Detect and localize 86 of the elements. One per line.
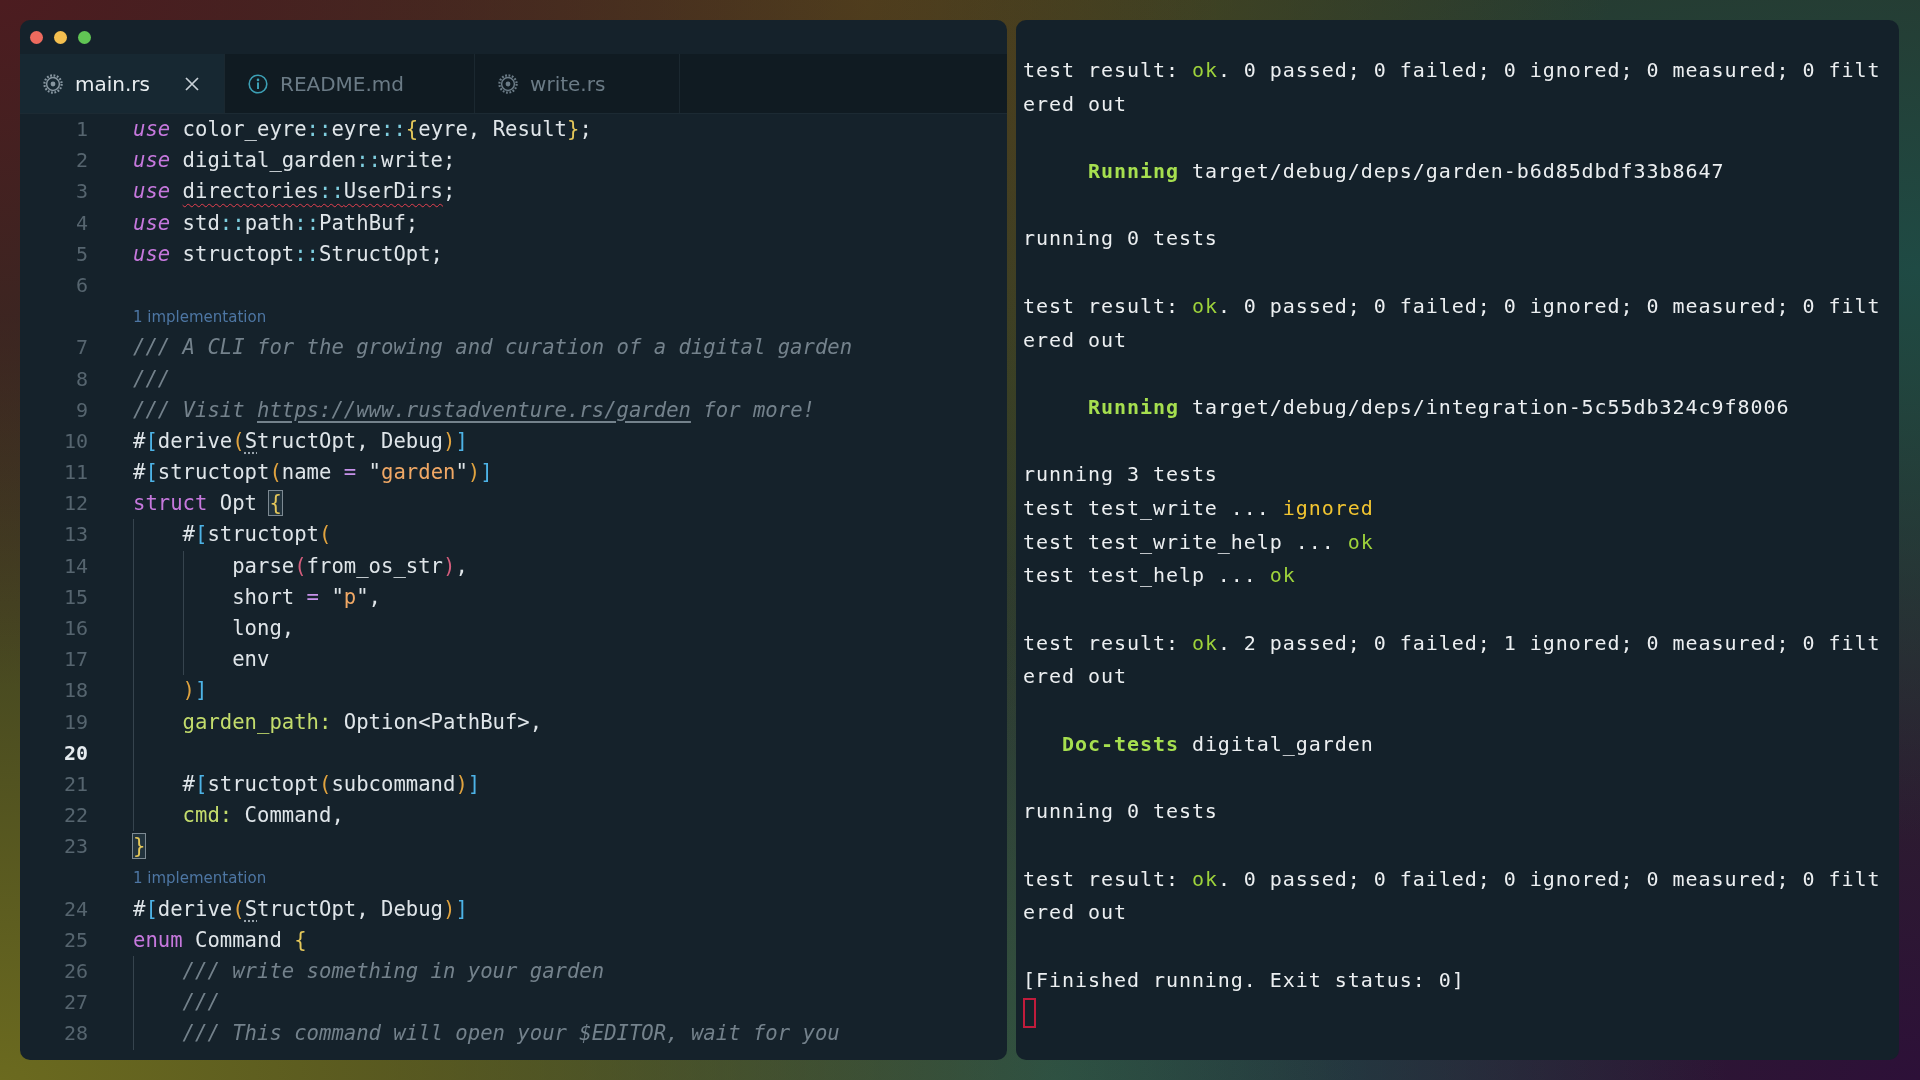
code-line: )] [182, 677, 208, 705]
code-line: /// write something in your garden [182, 958, 605, 986]
code-comment: for more! [702, 397, 815, 422]
line-number: 19 [62, 708, 88, 736]
terminal-line: Doc-tests digital_garden [1062, 730, 1374, 758]
line-number: 14 [62, 552, 88, 580]
line-number: 20 [62, 739, 88, 767]
code-line: /// This command will open your $EDITOR, wait for you [182, 1020, 840, 1048]
line-number: 17 [62, 646, 88, 674]
line-number: 5 [74, 240, 88, 268]
line-number: 27 [62, 989, 88, 1017]
line-number: 11 [62, 459, 88, 487]
editor-tab[interactable]: write.rs [475, 54, 681, 113]
code-line: /// [133, 365, 171, 393]
codelens-link[interactable]: 1 implementation [133, 868, 267, 889]
line-number: 16 [62, 615, 88, 642]
line-number: 6 [74, 271, 88, 299]
line-number: 26 [62, 958, 88, 986]
terminal-line: test result: ok. 2 passed; 0 failed; 1 ignored; 0 measured; 0 filt [1023, 629, 1881, 657]
line-number: 12 [62, 490, 88, 518]
code-line: use structopt::StructOpt; [133, 240, 443, 268]
line-number: 3 [74, 178, 88, 206]
line-number: 13 [62, 521, 88, 549]
line-number: 2 [74, 147, 88, 175]
terminal-line: test test_write ... ignored [1023, 494, 1374, 522]
close-window-button[interactable] [30, 30, 43, 44]
cursor-icon [1023, 998, 1036, 1029]
code-line: /// [182, 989, 220, 1017]
code-line: struct Opt { [133, 490, 282, 518]
terminal-line: test result: ok. 0 passed; 0 failed; 0 ignored; 0 measured; 0 filt [1023, 57, 1881, 84]
line-number: 8 [74, 365, 88, 393]
line-number: 23 [62, 833, 88, 861]
code-line: #[derive(StructOpt, Debug)] [133, 895, 468, 923]
terminal-line: Running target/debug/deps/garden-b6d85dbdf33b8647 [1087, 158, 1725, 186]
terminal-line: ered out [1023, 326, 1127, 354]
code-line: use std::path::PathBuf; [133, 209, 419, 237]
code-line: use color_eyre::eyre::{eyre, Result}; [133, 116, 592, 143]
code-line: #[derive(StructOpt, Debug)] [133, 427, 468, 455]
line-number: 10 [62, 427, 88, 455]
terminal-line: Running target/debug/deps/integration-5c55db324c9f8006 [1087, 393, 1790, 421]
terminal-line: test test_help ... ok [1023, 562, 1296, 590]
gear-icon [498, 73, 519, 94]
code-line: parse(from_os_str), [232, 552, 468, 580]
line-number: 22 [62, 802, 88, 830]
line-number: 25 [62, 926, 88, 954]
line-number: 9 [74, 396, 88, 424]
maximize-window-button[interactable] [78, 30, 91, 44]
terminal-line: test result: ok. 0 passed; 0 failed; 0 ignored; 0 measured; 0 filt [1023, 292, 1881, 320]
editor-tab[interactable]: main.rs [20, 54, 225, 113]
line-number: 21 [62, 770, 88, 798]
terminal-line: running 0 tests [1023, 798, 1218, 826]
line-number: 1 [74, 116, 88, 143]
terminal-line: [Finished running. Exit status: 0] [1023, 966, 1465, 994]
terminal-line: running 3 tests [1023, 461, 1218, 489]
codelens-link[interactable]: 1 implementation [133, 306, 267, 327]
code-line: long, [232, 615, 295, 642]
gear-icon [43, 73, 63, 94]
terminal-line: ered out [1023, 663, 1127, 691]
code-line: use digital_garden::write; [133, 147, 456, 175]
line-number: 7 [74, 334, 88, 362]
terminal-line: ered out [1023, 90, 1127, 118]
code-line: short = "p", [232, 583, 382, 611]
info-icon [248, 73, 268, 94]
terminal-line: running 0 tests [1023, 225, 1218, 253]
line-number: 18 [62, 677, 88, 705]
code-line: cmd: Command, [182, 802, 344, 830]
code-line: #[structopt(subcommand)] [182, 770, 481, 798]
code-line: #[structopt( [182, 521, 332, 549]
minimize-window-button[interactable] [54, 30, 67, 44]
terminal-line: ered out [1023, 899, 1127, 927]
code-line: #[structopt(name = "garden")] [133, 459, 493, 487]
code-link[interactable]: https://www.rustadventure.rs/garden [257, 397, 691, 422]
line-number: 24 [62, 895, 88, 923]
close-icon[interactable] [184, 75, 200, 92]
code-line: enum Command { [133, 926, 307, 954]
terminal-line: test result: ok. 0 passed; 0 failed; 0 ignored; 0 measured; 0 filt [1023, 865, 1881, 893]
code-line: env [232, 646, 270, 674]
code-comment: /// Visit [133, 397, 246, 422]
editor-tab[interactable]: README.md [225, 54, 476, 113]
line-number: 28 [62, 1020, 88, 1048]
code-line: /// A CLI for the growing and curation of a digital garden [133, 334, 853, 362]
line-number: 4 [74, 209, 88, 237]
terminal-line: test test_write_help ... ok [1023, 528, 1374, 556]
line-number: 15 [62, 583, 88, 611]
code-line: garden_path: Option<PathBuf>, [182, 708, 543, 736]
code-line: use directories::UserDirs; [133, 178, 456, 206]
